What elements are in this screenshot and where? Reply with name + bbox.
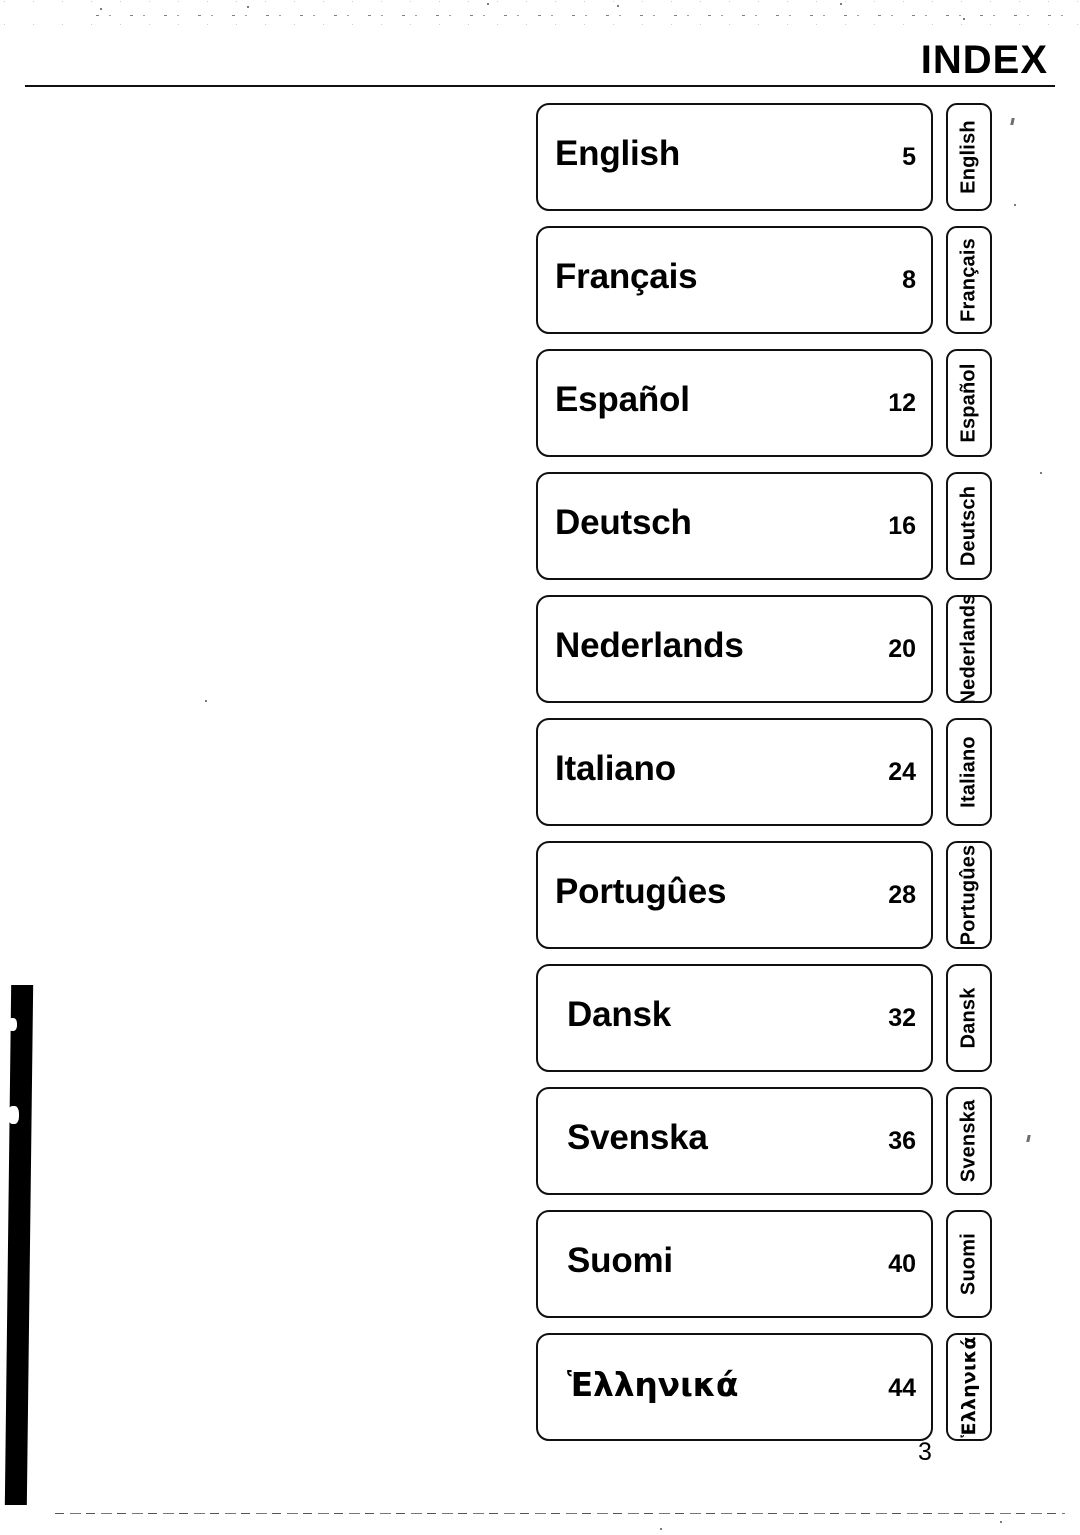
page-number: 3	[918, 1438, 932, 1466]
scan-dashed-line-bottom	[55, 1513, 1065, 1514]
index-entry-list: English.................................…	[0, 103, 1080, 1456]
entry-page-number: 40	[888, 1250, 916, 1278]
language-name: Suomi	[567, 1241, 673, 1280]
language-entry-box[interactable]: Français................................…	[536, 226, 933, 334]
scan-dust-speck	[487, 3, 489, 5]
scan-dust-speck	[963, 18, 965, 20]
side-tab-label: Suomi	[957, 1232, 980, 1296]
language-entry-line: Deutsch.................................…	[538, 503, 931, 543]
language-entry-line: Español.................................…	[538, 380, 931, 420]
language-entry-box[interactable]: Deutsch.................................…	[536, 472, 933, 580]
language-name: Svenska	[567, 1118, 708, 1157]
index-entry: Español.................................…	[0, 349, 1080, 457]
entry-page-number: 16	[888, 512, 916, 540]
language-name: Italiano	[555, 749, 676, 788]
language-side-tab[interactable]: Deutsch	[946, 472, 992, 580]
language-name: Français	[555, 257, 698, 296]
language-side-tab[interactable]: Ἑλληνικά	[946, 1333, 992, 1441]
page-title: INDEX	[920, 38, 1048, 82]
scan-speckle-top	[0, 0, 1080, 34]
language-entry-box[interactable]: Italiano................................…	[536, 718, 933, 826]
entry-page-number: 8	[902, 266, 916, 294]
index-entry: Deutsch.................................…	[0, 472, 1080, 580]
side-tab-label: Español	[957, 363, 980, 443]
language-entry-box[interactable]: English.................................…	[536, 103, 933, 211]
scan-dust-speck	[1000, 1521, 1002, 1523]
scan-dust-speck	[617, 5, 619, 7]
side-tab-label: Italiano	[957, 736, 980, 808]
index-entry: Français................................…	[0, 226, 1080, 334]
language-side-tab[interactable]: Portugûes	[946, 841, 992, 949]
language-name: Ἑλληνικά	[567, 1364, 739, 1404]
language-entry-line: Portugûes...............................…	[538, 872, 931, 912]
language-entry-line: Nederlands..............................…	[538, 626, 931, 666]
scan-dust-speck	[247, 6, 249, 8]
index-entry: Svenska.................................…	[0, 1087, 1080, 1195]
language-entry-line: Suomi...................................…	[538, 1241, 931, 1281]
language-side-tab[interactable]: Español	[946, 349, 992, 457]
language-name: Portugûes	[555, 872, 727, 911]
language-name: Nederlands	[555, 626, 744, 665]
language-entry-box[interactable]: Suomi...................................…	[536, 1210, 933, 1318]
entry-page-number: 5	[902, 143, 916, 171]
scan-dust-speck	[660, 1528, 662, 1530]
entry-page-number: 24	[888, 758, 916, 786]
language-name: English	[555, 134, 680, 173]
entry-page-number: 28	[888, 881, 916, 909]
language-side-tab[interactable]: Dansk	[946, 964, 992, 1072]
language-side-tab[interactable]: Italiano	[946, 718, 992, 826]
scan-dust-speck	[840, 3, 842, 5]
language-side-tab[interactable]: Nederlands	[946, 595, 992, 703]
language-name: Español	[555, 380, 690, 419]
side-tab-label: Deutsch	[957, 485, 980, 567]
index-entry: Nederlands..............................…	[0, 595, 1080, 703]
header-rule	[25, 85, 1055, 87]
side-tab-label: Svenska	[957, 1099, 980, 1183]
language-entry-line: Ἑλληνικά................................…	[538, 1365, 931, 1404]
index-entry: Ἑλληνικά................................…	[0, 1333, 1080, 1441]
index-entry: Italiano................................…	[0, 718, 1080, 826]
side-tab-label: Français	[957, 238, 980, 322]
side-tab-label: English	[957, 120, 980, 194]
entry-page-number: 12	[888, 389, 916, 417]
language-entry-box[interactable]: Nederlands..............................…	[536, 595, 933, 703]
index-entry: Dansk...................................…	[0, 964, 1080, 1072]
side-tab-label: Portugûes	[957, 844, 980, 946]
language-name: Dansk	[567, 995, 672, 1034]
language-entry-line: English.................................…	[538, 134, 931, 174]
index-entry: Suomi...................................…	[0, 1210, 1080, 1318]
scan-dust-speck	[100, 8, 102, 10]
language-entry-box[interactable]: Ἑλληνικά................................…	[536, 1333, 933, 1441]
language-entry-line: Dansk...................................…	[538, 995, 931, 1035]
entry-page-number: 44	[888, 1373, 916, 1402]
side-tab-label: Dansk	[957, 987, 980, 1049]
language-entry-box[interactable]: Dansk...................................…	[536, 964, 933, 1072]
language-entry-line: Italiano................................…	[538, 749, 931, 789]
index-page: INDEX English...........................…	[0, 0, 1080, 1535]
language-side-tab[interactable]: Suomi	[946, 1210, 992, 1318]
language-entry-box[interactable]: Español.................................…	[536, 349, 933, 457]
index-entry: English.................................…	[0, 103, 1080, 211]
language-entry-box[interactable]: Svenska.................................…	[536, 1087, 933, 1195]
entry-page-number: 20	[888, 635, 916, 663]
entry-page-number: 32	[888, 1004, 916, 1032]
language-entry-line: Français................................…	[538, 257, 931, 297]
language-name: Deutsch	[555, 503, 692, 542]
language-side-tab[interactable]: Svenska	[946, 1087, 992, 1195]
language-side-tab[interactable]: Français	[946, 226, 992, 334]
language-entry-line: Svenska.................................…	[538, 1118, 931, 1158]
side-tab-label: Ἑλληνικά	[958, 1336, 980, 1438]
entry-page-number: 36	[888, 1127, 916, 1155]
scan-speckle-bottom	[600, 1518, 960, 1532]
language-entry-box[interactable]: Portugûes...............................…	[536, 841, 933, 949]
side-tab-label: Nederlands	[957, 595, 980, 703]
language-side-tab[interactable]: English	[946, 103, 992, 211]
index-entry: Portugûes...............................…	[0, 841, 1080, 949]
scan-dashed-line-top	[96, 15, 1080, 16]
